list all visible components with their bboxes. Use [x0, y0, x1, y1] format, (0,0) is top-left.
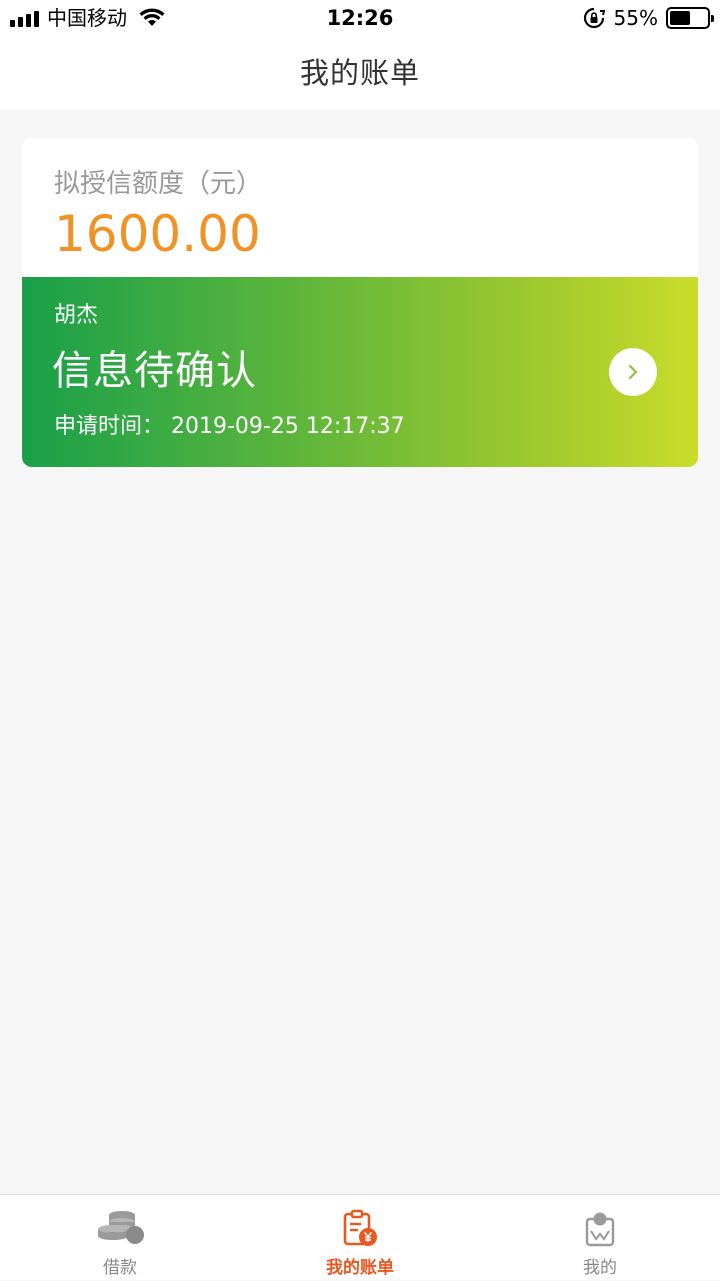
profile-icon [585, 1212, 615, 1247]
application-status: 信息待确认 [52, 348, 257, 394]
page-title: 我的账单 [299, 56, 420, 90]
tab-loan[interactable]: 借款 [0, 1195, 240, 1281]
tab-label: 我的账单 [326, 1258, 394, 1278]
bill-card[interactable]: 拟授信额度（元） 1600.00 胡杰 信息待确认 申请时间： 2019-09-… [22, 138, 698, 467]
coins-icon [98, 1211, 144, 1244]
application-status-panel[interactable]: 胡杰 信息待确认 申请时间： 2019-09-25 12:17:37 [22, 277, 698, 467]
tab-my-bills[interactable]: 我的账单 [240, 1195, 480, 1281]
chevron-right-icon [628, 364, 638, 380]
applicant-name: 胡杰 [54, 303, 99, 328]
status-right: 55% [583, 6, 714, 30]
battery-fill [670, 11, 690, 25]
tab-label: 借款 [103, 1258, 137, 1278]
navigation-bar: 我的账单 [0, 38, 720, 110]
tab-mine[interactable]: 我的 [480, 1195, 720, 1281]
tab-bar: 借款 我的账单 我的 [0, 1194, 720, 1280]
rotation-lock-icon [583, 7, 605, 29]
apply-time: 申请时间： 2019-09-25 12:17:37 [54, 414, 405, 439]
detail-arrow-button[interactable] [609, 348, 657, 396]
battery-percent: 55% [613, 6, 658, 30]
status-bar: 中国移动 12:26 55% [0, 0, 720, 38]
bill-icon [343, 1209, 377, 1246]
battery-icon [666, 7, 714, 29]
quota-label: 拟授信额度（元） [54, 169, 263, 199]
quota-amount: 1600.00 [54, 205, 261, 263]
tab-label: 我的 [583, 1258, 617, 1278]
quota-section: 拟授信额度（元） 1600.00 [22, 138, 698, 277]
